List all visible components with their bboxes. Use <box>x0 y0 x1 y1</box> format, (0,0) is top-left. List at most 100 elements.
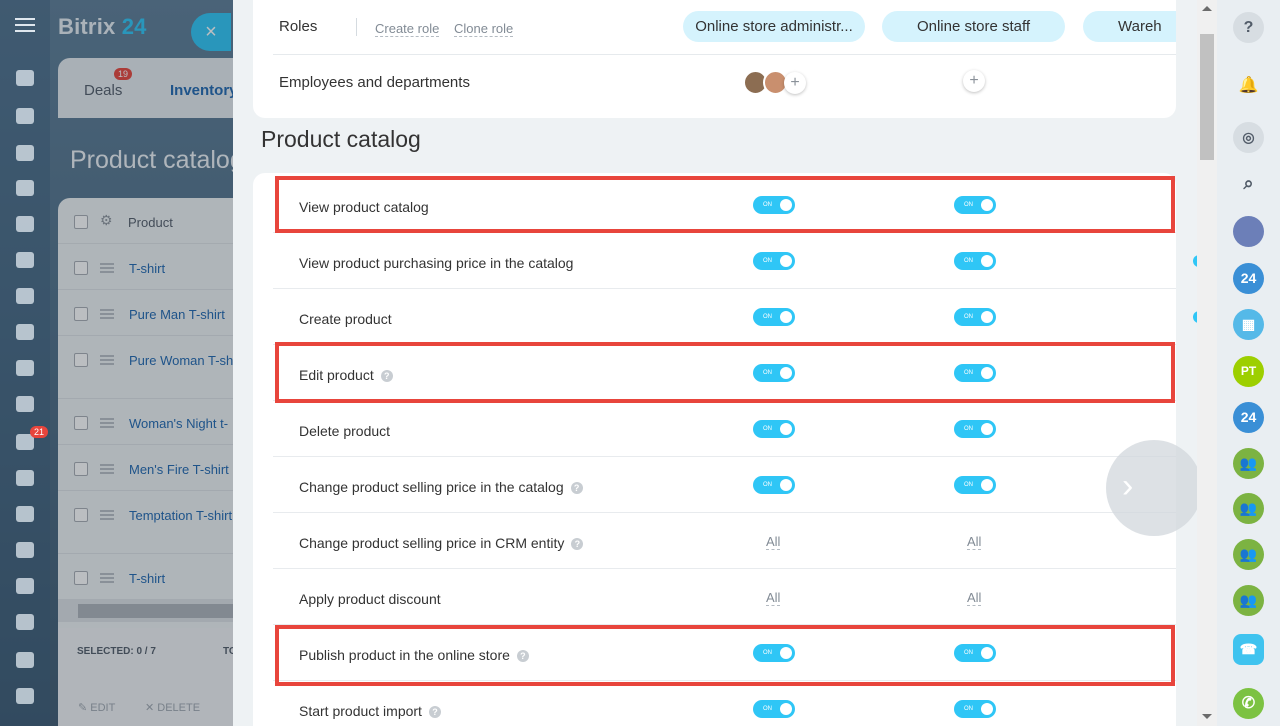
bitrix24-chat-icon[interactable]: 24 <box>1233 402 1264 433</box>
permission-row: Change product selling price in CRM enti… <box>273 513 1176 569</box>
scrollbar-thumb[interactable] <box>1200 34 1214 160</box>
add-employee-button[interactable]: + <box>784 72 806 94</box>
id-card-icon[interactable] <box>16 542 34 558</box>
roles-label: Roles <box>279 18 318 35</box>
toggle-online-store-staff[interactable]: ON <box>954 420 996 438</box>
toggle-online-store-admin[interactable]: ON <box>753 252 795 270</box>
toggle-online-store-staff[interactable]: ON <box>954 196 996 214</box>
scope-select-online-store-staff[interactable]: All <box>967 591 982 606</box>
mail-icon[interactable] <box>16 360 34 376</box>
toggle-text: ON <box>763 482 772 488</box>
target-icon[interactable] <box>16 470 34 486</box>
settings-sliders-icon[interactable] <box>16 652 34 668</box>
left-navigation: 21 <box>0 0 50 726</box>
group-chat-icon[interactable]: 👥 <box>1233 539 1264 570</box>
toggle-online-store-admin[interactable]: ON <box>753 364 795 382</box>
permission-label: Create product <box>299 311 392 327</box>
scope-select-online-store-admin[interactable]: All <box>766 591 781 606</box>
roles-card: Roles Create role Clone role Online stor… <box>253 0 1176 118</box>
bitrix24-chat-icon[interactable]: 24 <box>1233 263 1264 294</box>
toggle-text: ON <box>964 426 973 432</box>
toggle-online-store-staff[interactable]: ON <box>954 700 996 718</box>
toggle-knob <box>981 367 993 379</box>
role-online-store-admin[interactable]: Online store administr... <box>683 11 865 42</box>
scroll-up-icon[interactable] <box>1202 6 1212 11</box>
phone-call-icon[interactable]: ✆ <box>1233 688 1264 719</box>
toggle-knob <box>780 255 792 267</box>
phone-book-icon[interactable]: ☎ <box>1233 634 1264 665</box>
permission-label: Publish product in the online store? <box>299 647 529 663</box>
crm-badge: 21 <box>30 426 49 438</box>
help-icon[interactable]: ? <box>570 482 583 495</box>
toggle-online-store-admin[interactable]: ON <box>753 196 795 214</box>
create-role-link[interactable]: Create role <box>375 21 440 37</box>
tasks-icon[interactable] <box>16 108 34 124</box>
camera-icon[interactable] <box>16 614 34 630</box>
group-chat-icon[interactable]: 👥 <box>1233 448 1264 479</box>
toggle-online-store-admin[interactable]: ON <box>753 644 795 662</box>
toggle-knob <box>981 255 993 267</box>
toggle-knob <box>981 311 993 323</box>
permission-label-text: Edit product <box>299 367 374 383</box>
help-icon[interactable]: ? <box>380 370 393 383</box>
toggle-online-store-admin[interactable]: ON <box>753 700 795 718</box>
cart-icon[interactable] <box>16 506 34 522</box>
user-initials-avatar[interactable]: PT <box>1233 356 1264 387</box>
search-icon[interactable]: ⌕ <box>1233 168 1264 199</box>
toggle-online-store-admin[interactable]: ON <box>753 420 795 438</box>
help-icon[interactable]: ? <box>1233 12 1264 43</box>
vertical-scrollbar[interactable] <box>1197 0 1217 726</box>
permission-label: View product catalog <box>299 199 429 215</box>
chevron-right-icon[interactable]: › <box>1106 440 1197 536</box>
toggle-online-store-staff[interactable]: ON <box>954 308 996 326</box>
toggle-knob <box>780 703 792 715</box>
checkbox-icon[interactable] <box>16 396 34 412</box>
toggle-text: ON <box>964 706 973 712</box>
permission-label-text: Start product import <box>299 703 422 719</box>
help-icon[interactable]: ? <box>516 650 529 663</box>
group-chat-icon[interactable]: 👥 <box>1233 585 1264 616</box>
avatar[interactable] <box>1233 216 1264 247</box>
scope-select-online-store-staff[interactable]: All <box>967 535 982 550</box>
group-chat-icon[interactable]: 👥 <box>1233 493 1264 524</box>
robot-icon[interactable] <box>16 252 34 268</box>
toggle-online-store-staff[interactable]: ON <box>954 644 996 662</box>
help-icon[interactable]: ? <box>571 538 584 551</box>
building-icon[interactable] <box>16 688 34 704</box>
permission-row: Create product ON ON <box>273 289 1197 345</box>
chat-icon[interactable] <box>16 145 34 161</box>
clone-role-link[interactable]: Clone role <box>454 21 514 37</box>
permission-row: Apply product discount All All <box>273 569 1176 625</box>
permission-label: Change product selling price in CRM enti… <box>299 535 584 551</box>
toggle-online-store-admin[interactable]: ON <box>753 476 795 494</box>
toggle-online-store-admin[interactable]: ON <box>753 308 795 326</box>
role-warehouse[interactable]: Wareh <box>1083 11 1176 42</box>
toggle-online-store-staff[interactable]: ON <box>954 364 996 382</box>
divider <box>356 18 357 36</box>
toggle-online-store-staff[interactable]: ON <box>954 252 996 270</box>
scope-select-online-store-admin[interactable]: All <box>766 535 781 550</box>
toggle-online-store-staff[interactable]: ON <box>954 476 996 494</box>
toggle-text: ON <box>763 258 772 264</box>
box-icon[interactable] <box>16 578 34 594</box>
add-employee-button[interactable]: + <box>963 70 985 92</box>
contacts-icon[interactable] <box>16 324 34 340</box>
overlay-dim[interactable] <box>50 0 233 726</box>
permission-row: Delete product ON ON <box>273 401 1176 457</box>
toggle-text: ON <box>763 314 772 320</box>
chat-search-icon[interactable]: ◎ <box>1233 122 1264 153</box>
permission-label: Edit product? <box>299 367 393 383</box>
feed-icon[interactable] <box>16 70 34 86</box>
calendar-icon[interactable] <box>16 180 34 196</box>
role-online-store-staff[interactable]: Online store staff <box>882 11 1065 42</box>
menu-icon[interactable] <box>15 18 35 32</box>
permission-label-text: Change product selling price in CRM enti… <box>299 535 565 551</box>
help-icon[interactable]: ? <box>428 706 441 719</box>
permission-row: Start product import? ON ON <box>273 681 1176 726</box>
scroll-down-icon[interactable] <box>1202 714 1212 719</box>
documents-icon[interactable] <box>16 216 34 232</box>
calendar-icon[interactable]: ▦ <box>1233 309 1264 340</box>
storage-icon[interactable] <box>16 288 34 304</box>
bell-icon[interactable]: 🔔 <box>1233 70 1264 101</box>
permission-label: Change product selling price in the cata… <box>299 479 583 495</box>
